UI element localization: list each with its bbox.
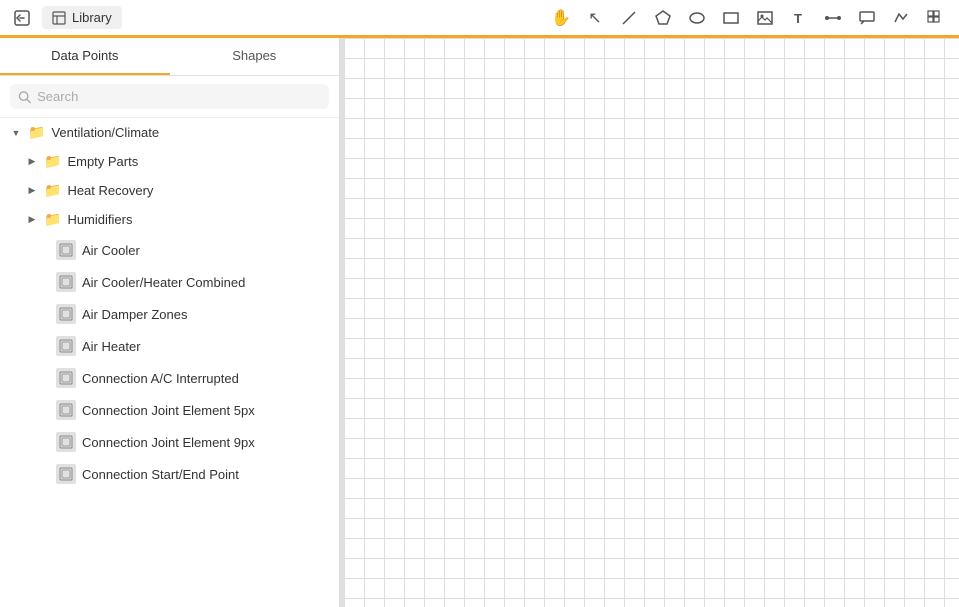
grid-tool[interactable] <box>919 2 951 34</box>
top-bar: Library ✋ ↖ T <box>0 0 959 38</box>
canvas-area[interactable] <box>344 38 959 607</box>
callout-tool[interactable] <box>851 2 883 34</box>
pan-tool[interactable]: ✋ <box>545 2 577 34</box>
component-icon <box>56 432 76 452</box>
folder-icon: 📁 <box>28 124 45 141</box>
component-icon <box>56 240 76 260</box>
folder-icon: 📁 <box>44 211 61 228</box>
main-layout: Data Points Shapes ▼ 📁 Ventilation/C <box>0 38 959 607</box>
tree-item-air-cooler-heater[interactable]: Air Cooler/Heater Combined <box>0 266 339 298</box>
top-bar-left: Library <box>8 4 122 32</box>
image-tool[interactable] <box>749 2 781 34</box>
tree-item-label: Connection Joint Element 9px <box>82 435 255 450</box>
tab-shapes[interactable]: Shapes <box>170 38 340 75</box>
tree-item-connection-joint-9px[interactable]: Connection Joint Element 9px <box>0 426 339 458</box>
back-button[interactable] <box>8 4 36 32</box>
tree-item-label: Air Cooler <box>82 243 140 258</box>
tree-item-label: Connection Joint Element 5px <box>82 403 255 418</box>
component-icon <box>56 368 76 388</box>
tab-data-points[interactable]: Data Points <box>0 38 170 75</box>
tree-item-connection-start-end[interactable]: Connection Start/End Point <box>0 458 339 490</box>
tree-item-air-damper-zones[interactable]: Air Damper Zones <box>0 298 339 330</box>
component-icon <box>56 272 76 292</box>
tree-item-label: Air Cooler/Heater Combined <box>82 275 245 290</box>
expand-arrow: ▶ <box>24 183 40 199</box>
polygon-tool[interactable] <box>647 2 679 34</box>
tree-item-connection-joint-5px[interactable]: Connection Joint Element 5px <box>0 394 339 426</box>
ellipse-tool[interactable] <box>681 2 713 34</box>
search-input[interactable] <box>37 89 321 104</box>
tree-item-label: Connection A/C Interrupted <box>82 371 239 386</box>
select-tool[interactable]: ↖ <box>579 2 611 34</box>
tree-item-label: Connection Start/End Point <box>82 467 239 482</box>
search-container <box>0 76 339 118</box>
tree-item-air-heater[interactable]: Air Heater <box>0 330 339 362</box>
svg-text:T: T <box>794 11 802 26</box>
tree-item-label: Empty Parts <box>67 154 138 169</box>
search-input-wrap <box>10 84 329 109</box>
multiline-tool[interactable] <box>885 2 917 34</box>
component-icon <box>56 400 76 420</box>
tree-item-label: Humidifiers <box>67 212 132 227</box>
library-label: Library <box>72 10 112 25</box>
tree-item-label: Air Heater <box>82 339 141 354</box>
tree-item-label: Ventilation/Climate <box>51 125 159 140</box>
connector-tool[interactable] <box>817 2 849 34</box>
text-tool[interactable]: T <box>783 2 815 34</box>
search-icon <box>18 90 31 104</box>
expand-arrow: ▶ <box>24 154 40 170</box>
tree-item-connection-ac[interactable]: Connection A/C Interrupted <box>0 362 339 394</box>
tree-item-empty-parts[interactable]: ▶ 📁 Empty Parts <box>0 147 339 176</box>
component-icon <box>56 304 76 324</box>
toolbar: ✋ ↖ T <box>545 2 951 34</box>
tree-item-label: Heat Recovery <box>67 183 153 198</box>
rectangle-tool[interactable] <box>715 2 747 34</box>
tree-container[interactable]: ▼ 📁 Ventilation/Climate ▶ 📁 Empty Parts … <box>0 118 339 607</box>
library-tab[interactable]: Library <box>42 6 122 29</box>
sidebar: Data Points Shapes ▼ 📁 Ventilation/C <box>0 38 340 607</box>
expand-arrow: ▼ <box>8 125 24 141</box>
tabs: Data Points Shapes <box>0 38 339 76</box>
tree-item-ventilation-climate[interactable]: ▼ 📁 Ventilation/Climate <box>0 118 339 147</box>
folder-icon: 📁 <box>44 153 61 170</box>
component-icon <box>56 464 76 484</box>
expand-arrow: ▶ <box>24 212 40 228</box>
tree-item-label: Air Damper Zones <box>82 307 187 322</box>
tree-item-air-cooler[interactable]: Air Cooler <box>0 234 339 266</box>
component-icon <box>56 336 76 356</box>
tree-item-humidifiers[interactable]: ▶ 📁 Humidifiers <box>0 205 339 234</box>
folder-icon: 📁 <box>44 182 61 199</box>
tree-item-heat-recovery[interactable]: ▶ 📁 Heat Recovery <box>0 176 339 205</box>
line-tool[interactable] <box>613 2 645 34</box>
